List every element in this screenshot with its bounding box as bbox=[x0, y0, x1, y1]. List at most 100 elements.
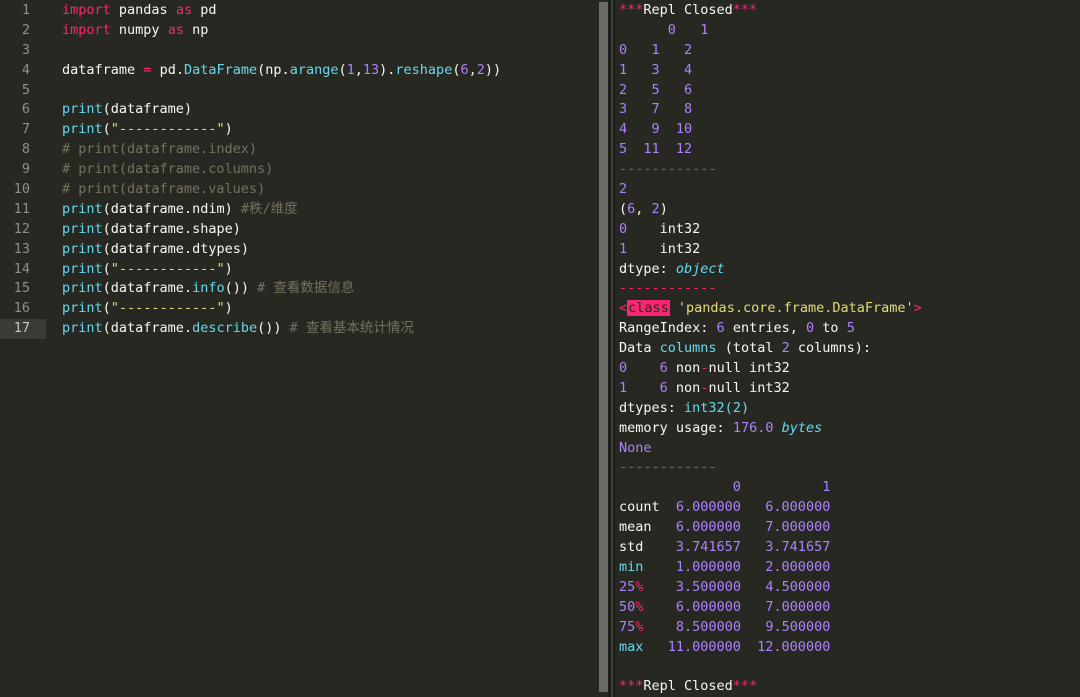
code-line[interactable]: 15 print(dataframe.info()) # 查看数据信息 bbox=[0, 279, 608, 299]
line-number: 14 bbox=[13, 260, 30, 277]
dtype-line: dtype: object bbox=[619, 260, 725, 277]
line-source[interactable]: import numpy as np bbox=[46, 21, 208, 41]
repl-output-pane[interactable]: ***Repl Closed*** 0 1 0 1 2 1 3 4 2 5 6 … bbox=[615, 0, 1080, 697]
describe-row: 50% 6.000000 7.000000 bbox=[619, 598, 831, 615]
line-number: 10 bbox=[13, 181, 30, 198]
code-line[interactable]: 8 # print(dataframe.index) bbox=[0, 140, 608, 160]
comment: # print(dataframe.columns) bbox=[62, 161, 274, 178]
describe-row: std 3.741657 3.741657 bbox=[619, 539, 831, 556]
code-line[interactable]: 2 import numpy as np bbox=[0, 21, 608, 41]
repl-separator: ------------ bbox=[619, 161, 717, 178]
repl-header-label: Repl Closed bbox=[643, 2, 733, 18]
line-source[interactable]: dataframe = pd.DataFrame(np.arange(1,13)… bbox=[46, 61, 501, 81]
describe-row: 25% 3.500000 4.500000 bbox=[619, 578, 831, 595]
describe-header-row: 0 1 bbox=[675, 479, 831, 496]
code-line[interactable]: 10 # print(dataframe.values) bbox=[0, 180, 608, 200]
line-number: 1 bbox=[21, 2, 30, 18]
info-memory-line: memory usage: 176.0 bytes bbox=[619, 419, 823, 436]
line-source[interactable]: print(dataframe.ndim) #秩/维度 bbox=[46, 200, 298, 220]
info-none: None bbox=[619, 439, 652, 456]
info-column-row: 0 6 non-null int32 bbox=[619, 360, 790, 377]
code-lines[interactable]: 1 import pandas as pd 2 import numpy as … bbox=[0, 0, 608, 340]
code-line[interactable]: 14 print("------------") bbox=[0, 260, 608, 280]
repl-lines: ***Repl Closed*** 0 1 0 1 2 1 3 4 2 5 6 … bbox=[615, 0, 1080, 697]
comment: # print(dataframe.index) bbox=[62, 141, 258, 158]
code-line[interactable]: 4 dataframe = pd.DataFrame(np.arange(1,1… bbox=[0, 61, 608, 81]
code-line[interactable]: 5 bbox=[0, 81, 608, 101]
line-source[interactable]: print(dataframe.describe()) # 查看基本统计情况 bbox=[46, 319, 414, 339]
ide-window: 1 import pandas as pd 2 import numpy as … bbox=[0, 0, 1080, 697]
line-number: 4 bbox=[21, 61, 30, 78]
df-data-row: 3 7 8 bbox=[619, 101, 693, 118]
line-source[interactable]: # print(dataframe.values) bbox=[46, 180, 265, 200]
df-header-row: 0 1 bbox=[643, 21, 709, 38]
repl-footer: ***Repl Closed*** bbox=[619, 677, 1080, 697]
line-source[interactable]: print(dataframe.dtypes) bbox=[46, 240, 249, 260]
line-number: 13 bbox=[13, 240, 30, 257]
line-source[interactable]: print(dataframe) bbox=[46, 100, 192, 120]
code-line[interactable]: 3 bbox=[0, 41, 608, 61]
code-line-active[interactable]: 17 print(dataframe.describe()) # 查看基本统计情… bbox=[0, 319, 608, 340]
code-line[interactable]: 7 print("------------") bbox=[0, 120, 608, 140]
describe-row: mean 6.000000 7.000000 bbox=[619, 519, 831, 536]
df-data-row: 0 1 2 bbox=[619, 41, 693, 58]
repl-blank bbox=[619, 657, 1080, 677]
line-number: 17 bbox=[0, 319, 46, 340]
repl-footer-label: Repl Closed bbox=[643, 678, 733, 695]
line-number: 16 bbox=[13, 300, 30, 317]
line-number: 11 bbox=[13, 200, 30, 217]
line-number: 8 bbox=[21, 141, 30, 158]
pane-divider[interactable] bbox=[608, 0, 615, 697]
dtypes-entry: 0 int32 bbox=[619, 220, 701, 237]
line-source[interactable]: print("------------") bbox=[46, 120, 233, 140]
repl-footer-stars-left: *** bbox=[619, 678, 644, 695]
df-data-row: 1 3 4 bbox=[619, 61, 693, 78]
code-line[interactable]: 16 print("------------") bbox=[0, 299, 608, 319]
info-data-columns: Data columns (total 2 columns): bbox=[619, 340, 872, 357]
line-source[interactable]: # print(dataframe.index) bbox=[46, 140, 257, 160]
line-source[interactable]: print("------------") bbox=[46, 299, 233, 319]
line-number: 7 bbox=[21, 121, 30, 138]
line-source[interactable]: print(dataframe.shape) bbox=[46, 220, 241, 240]
repl-header-stars-left: *** bbox=[619, 2, 644, 18]
describe-row: max 11.000000 12.000000 bbox=[619, 638, 831, 655]
line-source[interactable]: import pandas as pd bbox=[46, 1, 217, 21]
comment: # print(dataframe.values) bbox=[62, 181, 266, 198]
shape-value: (6, 2) bbox=[619, 200, 668, 217]
code-line[interactable]: 6 print(dataframe) bbox=[0, 100, 608, 120]
line-number: 9 bbox=[21, 161, 30, 178]
repl-header: ***Repl Closed*** bbox=[619, 1, 1080, 21]
df-data-row: 2 5 6 bbox=[619, 81, 693, 98]
code-line[interactable]: 11 print(dataframe.ndim) #秩/维度 bbox=[0, 200, 608, 220]
editor-scrollbar-thumb[interactable] bbox=[599, 2, 608, 692]
line-number: 12 bbox=[13, 220, 30, 237]
line-source[interactable]: print("------------") bbox=[46, 260, 233, 280]
repl-separator: ------------ bbox=[619, 280, 717, 297]
line-source[interactable]: print(dataframe.info()) # 查看数据信息 bbox=[46, 279, 354, 299]
dtypes-entry: 1 int32 bbox=[619, 240, 701, 257]
editor-scrollbar[interactable] bbox=[599, 0, 608, 697]
ndim-value: 2 bbox=[619, 181, 628, 198]
repl-separator: ------------ bbox=[619, 459, 717, 476]
code-line[interactable]: 12 print(dataframe.shape) bbox=[0, 220, 608, 240]
repl-header-stars-right: *** bbox=[732, 2, 758, 18]
line-source[interactable]: # print(dataframe.columns) bbox=[46, 160, 273, 180]
df-data-row: 4 9 10 bbox=[619, 121, 693, 138]
info-rangeindex: RangeIndex: 6 entries, 0 to 5 bbox=[619, 320, 855, 337]
code-editor-pane[interactable]: 1 import pandas as pd 2 import numpy as … bbox=[0, 0, 608, 697]
line-number: 5 bbox=[21, 81, 30, 98]
line-number: 2 bbox=[21, 21, 30, 38]
line-number: 3 bbox=[21, 41, 30, 58]
df-data-row: 5 11 12 bbox=[619, 141, 693, 158]
code-line[interactable]: 13 print(dataframe.dtypes) bbox=[0, 240, 608, 260]
code-line[interactable]: 9 # print(dataframe.columns) bbox=[0, 160, 608, 180]
describe-row: min 1.000000 2.000000 bbox=[619, 558, 831, 575]
info-dtypes-line: dtypes: int32(2) bbox=[619, 399, 750, 416]
code-line[interactable]: 1 import pandas as pd bbox=[0, 1, 608, 21]
info-class-line: <class 'pandas.core.frame.DataFrame'> bbox=[619, 300, 922, 317]
line-number: 6 bbox=[21, 101, 30, 118]
divider-line bbox=[611, 0, 613, 697]
class-keyword: class bbox=[627, 300, 670, 317]
line-number: 15 bbox=[13, 280, 30, 297]
describe-row: count 6.000000 6.000000 bbox=[619, 499, 831, 516]
